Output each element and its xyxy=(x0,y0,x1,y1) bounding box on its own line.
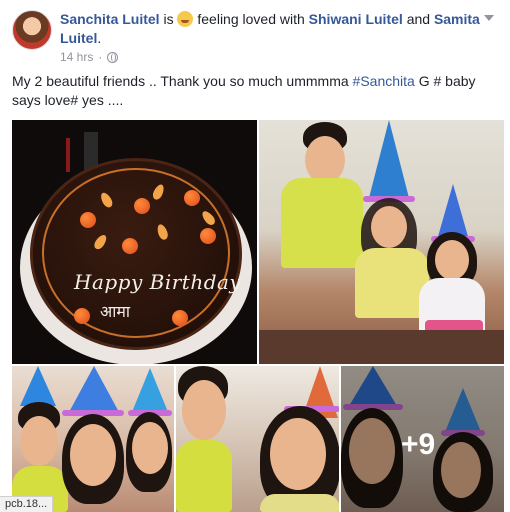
photo-group-selfie[interactable] xyxy=(12,366,174,512)
boy-face xyxy=(182,380,226,440)
chevron-down-icon[interactable] xyxy=(482,12,496,22)
author-avatar[interactable] xyxy=(12,10,52,50)
party-hat xyxy=(20,366,56,406)
cake-orange-decoration xyxy=(80,212,96,228)
girl-face xyxy=(132,422,168,474)
woman-shirt xyxy=(355,248,429,318)
is-text: is xyxy=(163,11,174,27)
feeling-emoji-icon xyxy=(177,11,194,27)
feeling-text: feeling loved with xyxy=(197,11,305,27)
more-photos-count[interactable]: +9 xyxy=(401,428,435,462)
photo-cake[interactable]: Happy Birthday आमा xyxy=(12,120,257,364)
post-meta: 14 hrs · xyxy=(60,50,119,64)
hashtag-link[interactable]: #Sanchita xyxy=(353,73,415,89)
girl-face xyxy=(435,240,469,280)
cake-orange-decoration xyxy=(74,308,90,324)
table xyxy=(259,330,504,364)
cake-orange-decoration xyxy=(122,238,138,254)
facebook-post: Sanchita Luitel is feeling loved with Sh… xyxy=(0,0,510,512)
boy-shirt xyxy=(281,178,363,268)
woman-face xyxy=(70,424,116,486)
globe-icon[interactable] xyxy=(107,51,119,63)
photo-feeding[interactable] xyxy=(176,366,339,512)
candle xyxy=(66,138,70,172)
post-header: Sanchita Luitel is feeling loved with Sh… xyxy=(60,10,480,48)
author-name-link[interactable]: Sanchita Luitel xyxy=(60,11,160,27)
party-hat xyxy=(132,368,168,412)
photo-cake-cutting[interactable] xyxy=(259,120,504,364)
tagged-person-1-link[interactable]: Shiwani Luitel xyxy=(309,11,403,27)
cake-orange-decoration xyxy=(172,310,188,326)
and-text: and xyxy=(406,11,431,27)
woman-face-front xyxy=(371,206,407,248)
boy-shirt xyxy=(176,440,232,512)
meta-separator: · xyxy=(98,50,103,64)
party-hat xyxy=(369,120,409,198)
boy-face xyxy=(305,136,345,184)
party-hat xyxy=(68,366,120,414)
status-bar-url: pcb.18... xyxy=(0,496,54,512)
cake-decoration-ring xyxy=(42,168,230,338)
woman-shirt xyxy=(260,494,339,512)
cake-orange-decoration xyxy=(134,198,150,214)
post-message: My 2 beautiful friends .. Thank you so m… xyxy=(12,72,498,110)
post-timestamp-link[interactable]: 14 hrs xyxy=(60,50,93,64)
woman-face xyxy=(270,418,326,490)
cake-orange-decoration xyxy=(184,190,200,206)
cake-orange-decoration xyxy=(200,228,216,244)
message-text-1: My 2 beautiful friends .. Thank you so m… xyxy=(12,73,353,89)
header-period: . xyxy=(97,30,102,46)
cake-writing-sub: आमा xyxy=(100,302,131,321)
cake-writing: Happy Birthday xyxy=(74,270,242,294)
photo-more[interactable]: +9 xyxy=(341,366,504,512)
boy-face xyxy=(20,416,58,466)
